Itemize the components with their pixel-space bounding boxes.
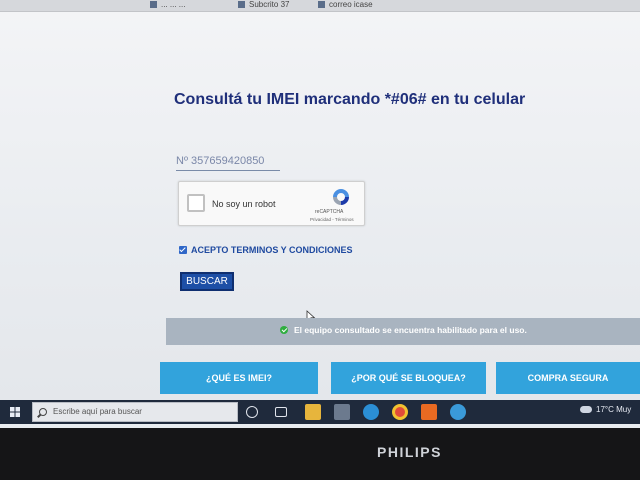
secure-purchase-button[interactable]: COMPRA SEGURA	[496, 362, 640, 394]
chrome-icon[interactable]	[392, 404, 408, 420]
cloud-icon	[580, 406, 592, 414]
recaptcha-brand: reCAPTCHA	[315, 209, 344, 215]
screen: ... ... ... Subcrito 37 correo icase Con…	[0, 0, 640, 428]
check-circle-icon	[280, 326, 288, 334]
checkbox-checked-icon[interactable]	[179, 246, 187, 254]
imei-input[interactable]: Nº 357659420850	[176, 155, 280, 171]
recaptcha-widget: No soy un robot reCAPTCHA Privacidad - T…	[178, 181, 365, 226]
terms-checkbox[interactable]: ACEPTO TERMINOS Y CONDICIONES	[179, 245, 353, 255]
why-blocked-button[interactable]: ¿POR QUÉ SE BLOQUEA?	[331, 362, 486, 394]
monitor-brand-logo: PHILIPS	[377, 444, 442, 460]
taskbar: Escribe aquí para buscar 17°C Muy	[0, 400, 640, 424]
bookmark-item[interactable]: Subcrito 37	[238, 0, 289, 9]
bookmarks-bar: ... ... ... Subcrito 37 correo icase	[0, 0, 640, 12]
bookmark-icon	[318, 1, 325, 9]
app-icon-orange[interactable]	[421, 404, 437, 420]
recaptcha-logo-icon	[333, 189, 349, 205]
file-explorer-icon[interactable]	[305, 404, 321, 420]
bookmark-item[interactable]: ... ... ...	[150, 0, 185, 9]
recaptcha-label: No soy un robot	[212, 199, 276, 209]
what-is-imei-button[interactable]: ¿QUÉ ES IMEI?	[160, 362, 318, 394]
web-page: Consultá tu IMEI marcando *#06# en tu ce…	[0, 12, 640, 400]
windows-start-icon[interactable]	[10, 407, 20, 417]
weather-widget[interactable]: 17°C Muy	[580, 405, 631, 414]
result-message: El equipo consultado se encuentra habili…	[280, 325, 527, 335]
cortana-icon[interactable]	[246, 406, 258, 418]
monitor-bezel	[0, 428, 640, 480]
recaptcha-checkbox[interactable]	[187, 194, 205, 212]
task-view-icon[interactable]	[275, 407, 287, 417]
search-icon	[39, 408, 47, 416]
taskbar-search-input[interactable]: Escribe aquí para buscar	[32, 402, 238, 422]
search-button[interactable]: BUSCAR	[180, 272, 234, 291]
edge-icon[interactable]	[363, 404, 379, 420]
app-icon-blue[interactable]	[450, 404, 466, 420]
bookmark-icon	[150, 1, 157, 9]
app-icon[interactable]	[334, 404, 350, 420]
bookmark-item[interactable]: correo icase	[318, 0, 373, 9]
terms-label: ACEPTO TERMINOS Y CONDICIONES	[191, 245, 353, 255]
recaptcha-links[interactable]: Privacidad - Términos	[310, 217, 354, 222]
bookmark-icon	[238, 1, 245, 9]
page-title: Consultá tu IMEI marcando *#06# en tu ce…	[174, 91, 526, 108]
monitor: ... ... ... Subcrito 37 correo icase Con…	[0, 0, 640, 480]
